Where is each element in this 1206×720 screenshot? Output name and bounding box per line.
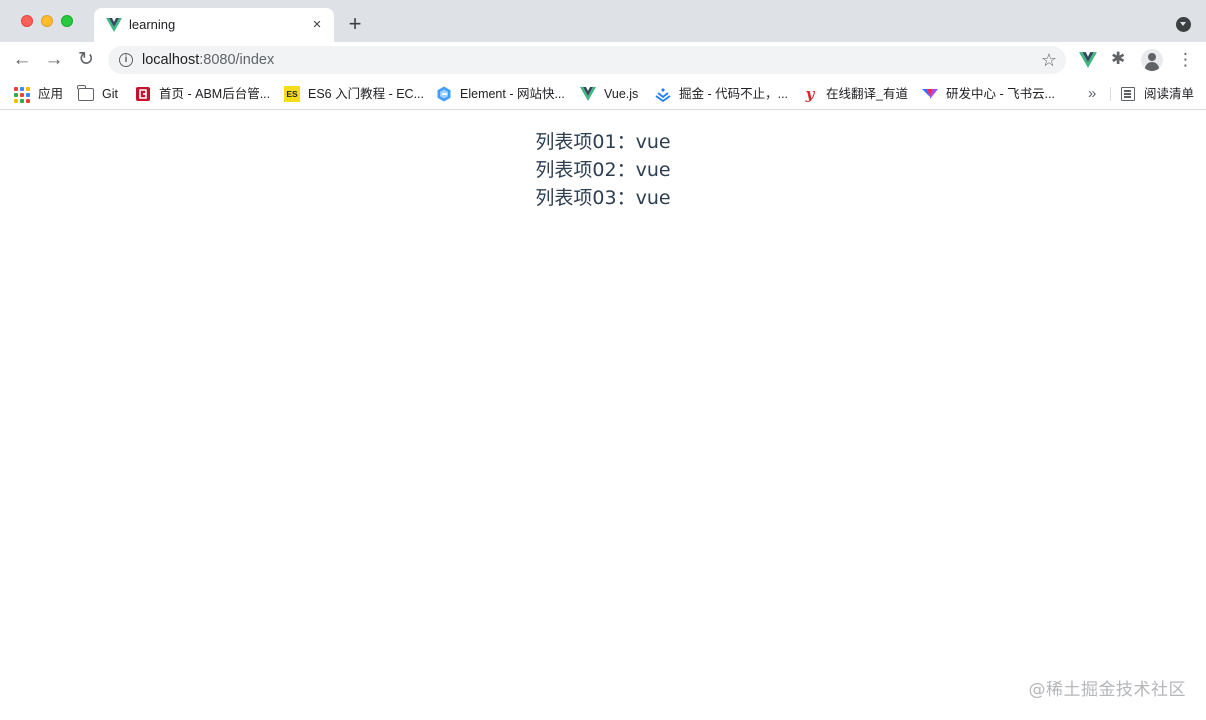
tab-learning[interactable]: learning × <box>94 8 334 42</box>
minimize-window-button[interactable] <box>41 15 53 27</box>
page-content: 列表项01：vue 列表项02：vue 列表项03：vue @稀土掘金技术社区 <box>0 111 1206 720</box>
site-info-icon[interactable]: i <box>119 53 133 67</box>
profile-avatar-icon[interactable] <box>1141 49 1163 71</box>
list-item-label: 列表项01： <box>535 131 636 153</box>
list-item: 列表项01：vue <box>0 128 1206 156</box>
address-bar[interactable]: i localhost:8080/index ☆ <box>108 46 1066 74</box>
vue-icon <box>106 18 122 32</box>
vue-devtools-icon[interactable] <box>1079 51 1097 69</box>
forward-button[interactable]: → <box>44 50 64 70</box>
abm-icon <box>135 86 151 102</box>
bookmark-abm[interactable]: 首页 - ABM后台管... <box>135 84 270 104</box>
reading-list-label: 阅读清单 <box>1144 87 1195 101</box>
reload-button[interactable]: ↻ <box>76 50 96 70</box>
bookmark-youdao[interactable]: y 在线翻译_有道 <box>802 84 908 104</box>
close-tab-icon[interactable]: × <box>308 16 326 34</box>
es6-icon: ES <box>284 86 300 102</box>
bookmark-label: Git <box>102 87 118 101</box>
tab-title: learning <box>129 17 176 32</box>
element-icon <box>436 86 452 102</box>
bookmark-vuejs[interactable]: Vue.js <box>580 84 638 104</box>
list-item-label: 列表项03： <box>535 187 636 209</box>
apps-grid-icon <box>14 86 30 103</box>
reading-list-icon <box>1120 86 1136 102</box>
bookmarks-bar: 应用 Git 首页 - ABM后台管... ES ES6 入门教程 - EC..… <box>0 78 1206 110</box>
list-item-value: vue <box>635 159 671 181</box>
bookmark-star-icon[interactable]: ☆ <box>1041 50 1057 70</box>
bookmark-apps[interactable]: 应用 <box>14 84 63 104</box>
url-path: :8080/index <box>199 52 275 68</box>
bookmark-label: ES6 入门教程 - EC... <box>308 87 424 101</box>
list-item-label: 列表项02： <box>535 159 636 181</box>
url-host: localhost <box>142 52 200 68</box>
bookmark-label: 掘金 - 代码不止，... <box>679 87 789 101</box>
tab-strip: learning × + <box>0 0 1206 42</box>
bookmark-label: 研发中心 - 飞书云... <box>946 87 1056 101</box>
youdao-icon: y <box>805 85 815 103</box>
bookmark-element[interactable]: Element - 网站快... <box>436 84 565 104</box>
maximize-window-button[interactable] <box>61 15 73 27</box>
browser-window: learning × + ← → ↻ i localhost:8080/inde… <box>0 0 1206 720</box>
toolbar: ← → ↻ i localhost:8080/index ☆ ✱ ⋮ <box>0 42 1206 78</box>
new-tab-button[interactable]: + <box>344 13 366 35</box>
bookmark-label: Vue.js <box>604 87 639 101</box>
reading-list-button[interactable]: 阅读清单 <box>1120 84 1194 104</box>
vue-icon <box>580 86 596 102</box>
bookmark-label: 在线翻译_有道 <box>826 87 908 101</box>
url-text[interactable]: localhost:8080/index <box>142 52 274 68</box>
more-bookmarks-icon[interactable]: » <box>1088 84 1096 104</box>
bookmark-label: 首页 - ABM后台管... <box>159 87 271 101</box>
bookmarks-divider <box>1110 87 1111 101</box>
bookmark-juejin[interactable]: 掘金 - 代码不止，... <box>655 84 788 104</box>
bookmark-git[interactable]: Git <box>77 84 118 104</box>
list-item-value: vue <box>635 187 671 209</box>
bookmark-label: Element - 网站快... <box>460 87 565 101</box>
item-list: 列表项01：vue 列表项02：vue 列表项03：vue <box>0 128 1206 212</box>
list-item: 列表项03：vue <box>0 184 1206 212</box>
back-button[interactable]: ← <box>12 50 32 70</box>
bookmark-feishu[interactable]: 研发中心 - 飞书云... <box>922 84 1055 104</box>
watermark: @稀土掘金技术社区 <box>1028 680 1186 700</box>
close-window-button[interactable] <box>21 15 33 27</box>
juejin-icon <box>655 86 671 102</box>
extensions-icon[interactable]: ✱ <box>1111 49 1125 69</box>
feishu-icon <box>922 86 938 102</box>
more-menu-icon[interactable]: ⋮ <box>1177 50 1194 70</box>
folder-icon <box>77 84 94 102</box>
tab-search-icon[interactable] <box>1176 17 1191 32</box>
list-item: 列表项02：vue <box>0 156 1206 184</box>
list-item-value: vue <box>635 131 671 153</box>
bookmark-es6[interactable]: ES ES6 入门教程 - EC... <box>284 84 424 104</box>
bookmark-label: 应用 <box>38 87 64 101</box>
